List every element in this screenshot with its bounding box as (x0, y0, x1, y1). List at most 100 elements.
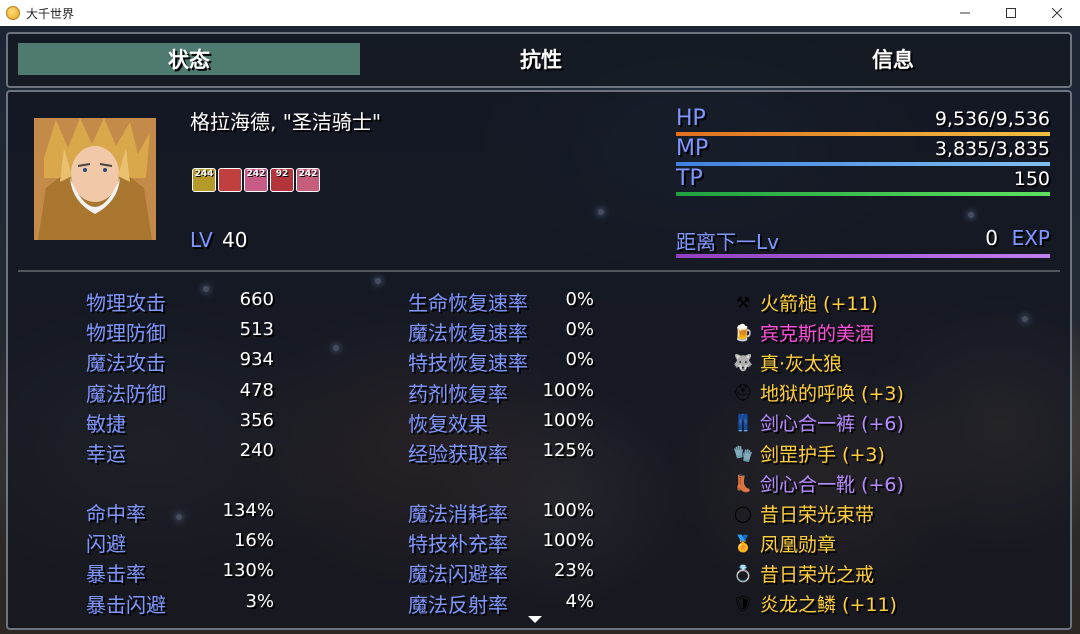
param-row: 经验获取率 125% (408, 438, 594, 468)
mp-label: MP (676, 136, 709, 161)
maximize-button[interactable] (988, 0, 1034, 26)
exp-unit: EXP (1011, 226, 1050, 250)
app-icon (6, 6, 20, 20)
equipment-slot[interactable]: 🛡 炎龙之鳞 (+11) (732, 589, 904, 619)
equipment-slot[interactable]: 🍺 宾克斯的美酒 (732, 317, 904, 347)
param-row: 恢复效果 100% (408, 408, 594, 438)
param-label: 命中率 (86, 502, 146, 526)
param-value: 100% (542, 500, 594, 521)
param-label: 闪避 (86, 532, 126, 557)
state-turns: 242 (298, 169, 318, 179)
game-screen: 状态 抗性 信息 格拉海德, "圣洁骑士" 244 242 92 242 LV 40 (0, 26, 1080, 634)
tp-gauge: TP 150 (676, 166, 1050, 196)
tp-bar (676, 192, 1050, 196)
exp-value: 0 (985, 226, 998, 250)
pink-buff-icon: 242 (244, 168, 268, 192)
param-value: 0% (565, 349, 594, 371)
param-label: 物理防御 (86, 321, 166, 346)
window-title: 大千世界 (26, 6, 75, 21)
equipment-name: 剑罡护手 (+3) (760, 443, 885, 466)
equipment-name: 地狱的呼唤 (+3) (760, 383, 904, 406)
pants-icon: 👖 (733, 413, 753, 433)
exp-label: 距离下一Lv (676, 230, 779, 254)
tab-resistance[interactable]: 抗性 (370, 43, 712, 75)
param-list-basic: 物理攻击 660 物理防御 513 魔法攻击 934 魔法防御 478 敏捷 356 幸运 240 (86, 287, 274, 468)
hp-label: HP (676, 106, 706, 131)
scroll-down-icon[interactable] (528, 616, 542, 623)
window-titlebar: 大千世界 (0, 0, 1080, 27)
param-value: 125% (542, 439, 594, 461)
param-list-recovery: 生命恢复速率 0% 魔法恢复速率 0% 特技恢复速率 0% 药剂恢复率 100% 恢复效果 100… (408, 287, 594, 468)
param-row: 闪避 16% (86, 528, 274, 558)
param-value: 478 (239, 379, 274, 401)
window-controls (942, 0, 1080, 26)
param-value: 240 (239, 439, 274, 461)
tab-status[interactable]: 状态 (18, 43, 360, 75)
param-row: 物理防御 513 (86, 317, 274, 347)
param-label: 魔法攻击 (86, 351, 166, 376)
gauntlet-icon: 🧤 (733, 443, 753, 463)
equipment-slot[interactable]: ⛑ 地狱的呼唤 (+3) (732, 378, 904, 408)
equipment-name: 宾克斯的美酒 (760, 322, 875, 345)
crimson-buff-icon (218, 168, 242, 192)
param-row: 魔法消耗率 100% (408, 498, 594, 528)
medal-icon: 🏅 (733, 534, 753, 554)
equipment-slot[interactable]: ⚒ 火箭槌 (+11) (732, 287, 904, 317)
tab-info[interactable]: 信息 (722, 43, 1064, 75)
equipment-name: 昔日荣光束带 (760, 503, 875, 526)
holy-buff-icon: 244 (192, 168, 216, 192)
param-value: 0% (565, 289, 594, 310)
param-label: 特技补充率 (408, 532, 508, 557)
tp-value: 150 (1013, 168, 1050, 190)
equipment-name: 凤凰勋章 (760, 534, 837, 557)
param-value: 660 (239, 289, 274, 310)
maximize-icon (1006, 8, 1016, 18)
equipment-name: 剑心合一裤 (+6) (760, 413, 904, 436)
boots-icon: 👢 (733, 473, 753, 493)
equipment-list: ⚒ 火箭槌 (+11) 🍺 宾克斯的美酒 🐺 真·灰太狼 ⛑ 地狱的呼唤 (+3) 👖 剑心合一裤… (732, 287, 904, 619)
equipment-name: 炎龙之鳞 (+11) (760, 594, 897, 617)
state-turns: 244 (194, 169, 214, 179)
param-row: 魔法攻击 934 (86, 347, 274, 377)
equipment-slot[interactable]: 👢 剑心合一靴 (+6) (732, 468, 904, 498)
actor-portrait (34, 118, 156, 240)
equipment-slot[interactable]: ◯ 昔日荣光束带 (732, 498, 904, 528)
equipment-slot[interactable]: 🧤 剑罡护手 (+3) (732, 438, 904, 468)
tp-label: TP (676, 166, 703, 191)
level-value: 40 (222, 228, 248, 252)
ring-icon: 💍 (733, 564, 753, 584)
hammer-icon: ⚒ (735, 292, 751, 312)
param-row: 魔法闪避率 23% (408, 558, 594, 588)
close-button[interactable] (1034, 0, 1080, 26)
param-row: 敏捷 356 (86, 408, 274, 438)
equipment-slot[interactable]: 👖 剑心合一裤 (+6) (732, 408, 904, 438)
param-value: 0% (565, 319, 594, 341)
mug-icon: 🍺 (733, 322, 753, 342)
exp-gauge: 距离下一Lv 0 EXP (676, 226, 1050, 258)
param-row: 特技恢复速率 0% (408, 347, 594, 377)
equipment-name: 昔日荣光之戒 (760, 564, 875, 587)
equipment-slot[interactable]: 💍 昔日荣光之戒 (732, 559, 904, 589)
tab-bar: 状态 抗性 信息 (6, 32, 1072, 88)
dragon-scale-icon: 🛡 (732, 594, 754, 614)
wolf-icon: 🐺 (733, 352, 753, 372)
param-label: 魔法反射率 (408, 592, 508, 617)
param-row: 暴击率 130% (86, 558, 274, 588)
state-icons: 244 242 92 242 (192, 168, 322, 192)
equipment-slot[interactable]: 🐺 真·灰太狼 (732, 347, 904, 377)
minimize-button[interactable] (942, 0, 988, 26)
exp-bar (676, 254, 1050, 258)
state-turns: 92 (275, 169, 289, 179)
equipment-slot[interactable]: 🏅 凤凰勋章 (732, 529, 904, 559)
red-buff-icon: 92 (270, 168, 294, 192)
equipment-name: 剑心合一靴 (+6) (760, 473, 904, 496)
param-label: 敏捷 (86, 411, 126, 436)
param-label: 魔法恢复速率 (408, 321, 528, 346)
close-icon (1052, 8, 1062, 18)
rose-buff-icon: 242 (296, 168, 320, 192)
param-row: 命中率 134% (86, 498, 274, 528)
param-value: 513 (239, 319, 274, 341)
param-label: 生命恢复速率 (408, 291, 528, 315)
param-value: 4% (565, 590, 594, 612)
mp-value: 3,835/3,835 (934, 138, 1050, 160)
